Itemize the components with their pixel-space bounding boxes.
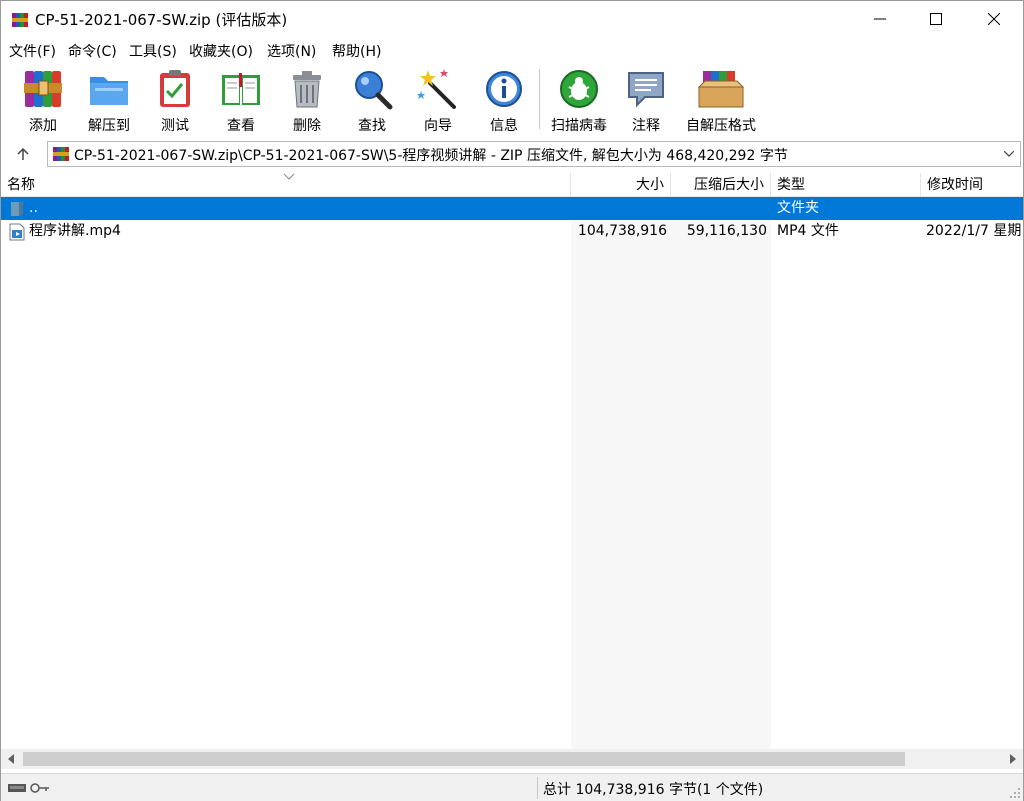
file-packed-size: 59,116,130 bbox=[686, 223, 767, 239]
file-list[interactable]: 名称 大小 压缩后大小 类型 修改时间 .. 文件夹 程序讲解.mp4 104,… bbox=[1, 173, 1023, 749]
trash-icon bbox=[293, 71, 321, 108]
parent-folder-icon bbox=[11, 201, 23, 216]
delete-label: 删除 bbox=[293, 118, 321, 134]
list-item-parent-folder[interactable]: .. 文件夹 bbox=[1, 197, 1023, 220]
test-button[interactable]: 测试 bbox=[144, 67, 206, 135]
magnifier-icon bbox=[355, 71, 393, 110]
virus-scan-button[interactable]: 扫描病毒 bbox=[547, 67, 611, 135]
chevron-down-icon bbox=[1004, 151, 1014, 157]
wizard-wand-icon bbox=[417, 69, 456, 109]
file-size bbox=[571, 197, 667, 220]
menu-bar: 文件(F) 命令(C) 工具(S) 收藏夹(O) 选项(N) 帮助(H) bbox=[1, 37, 1023, 63]
path-dropdown-button[interactable] bbox=[1002, 146, 1016, 162]
menu-commands[interactable]: 命令(C) bbox=[68, 41, 117, 61]
menu-tools[interactable]: 工具(S) bbox=[129, 41, 177, 61]
winrar-window: CP-51-2021-067-SW.zip (评估版本) 文件(F) 命令(C)… bbox=[0, 0, 1024, 801]
horizontal-scrollbar[interactable] bbox=[1, 749, 1023, 769]
find-button[interactable]: 查找 bbox=[341, 67, 403, 135]
minimize-icon bbox=[874, 18, 886, 20]
status-separator bbox=[537, 777, 538, 799]
maximize-icon bbox=[930, 13, 942, 25]
virus-scan-icon bbox=[560, 70, 598, 108]
menu-help[interactable]: 帮助(H) bbox=[332, 41, 381, 61]
file-modified bbox=[926, 197, 1023, 220]
scroll-right-button[interactable] bbox=[1003, 749, 1023, 769]
file-name: 程序讲解.mp4 bbox=[29, 223, 121, 239]
scroll-right-icon bbox=[1010, 754, 1016, 764]
view-book-icon bbox=[222, 73, 260, 105]
drive-key-icon[interactable] bbox=[7, 780, 51, 796]
delete-button[interactable]: 删除 bbox=[276, 67, 338, 135]
title-bar: CP-51-2021-067-SW.zip (评估版本) bbox=[1, 1, 1023, 37]
arrow-up-icon bbox=[17, 147, 29, 160]
close-button[interactable] bbox=[971, 1, 1017, 37]
status-bar: 总计 104,738,916 字节(1 个文件) bbox=[1, 773, 1023, 801]
sfx-button[interactable]: 自解压格式 bbox=[681, 67, 761, 135]
file-name: .. bbox=[29, 200, 38, 216]
wizard-button[interactable]: 向导 bbox=[407, 67, 469, 135]
column-size-label: 大小 bbox=[636, 177, 664, 193]
view-label: 查看 bbox=[227, 118, 255, 134]
list-header: 名称 大小 压缩后大小 类型 修改时间 bbox=[1, 173, 1023, 197]
virus-scan-label: 扫描病毒 bbox=[551, 118, 607, 134]
wizard-label: 向导 bbox=[424, 118, 452, 134]
add-button[interactable]: 添加 bbox=[12, 67, 74, 135]
view-button[interactable]: 查看 bbox=[210, 67, 272, 135]
menu-options[interactable]: 选项(N) bbox=[267, 41, 316, 61]
sfx-box-icon bbox=[697, 71, 745, 108]
info-icon bbox=[486, 71, 522, 107]
extract-to-folder-icon bbox=[90, 77, 128, 105]
up-one-level-button[interactable] bbox=[11, 143, 35, 165]
toolbar-separator bbox=[539, 69, 540, 129]
window-title: CP-51-2021-067-SW.zip (评估版本) bbox=[35, 11, 288, 29]
column-header-type[interactable]: 类型 bbox=[771, 173, 921, 197]
file-packed-size bbox=[671, 197, 767, 220]
test-label: 测试 bbox=[161, 118, 189, 134]
sort-chevron-icon bbox=[283, 173, 295, 180]
find-label: 查找 bbox=[358, 118, 386, 134]
column-packed-label: 压缩后大小 bbox=[694, 177, 764, 193]
column-name-label: 名称 bbox=[7, 177, 35, 193]
comment-bubble-icon bbox=[628, 72, 664, 108]
sfx-label: 自解压格式 bbox=[686, 118, 756, 134]
scroll-thumb[interactable] bbox=[23, 752, 905, 766]
winrar-app-icon bbox=[12, 13, 28, 27]
file-size: 104,738,916 bbox=[577, 223, 667, 239]
test-clipboard-icon bbox=[160, 70, 190, 107]
info-button[interactable]: 信息 bbox=[473, 67, 535, 135]
add-label: 添加 bbox=[29, 118, 57, 134]
path-text: CP-51-2021-067-SW.zip\CP-51-2021-067-SW\… bbox=[74, 148, 788, 164]
file-type: MP4 文件 bbox=[777, 223, 839, 239]
comment-label: 注释 bbox=[632, 118, 660, 134]
close-icon bbox=[988, 13, 1000, 25]
column-header-packed[interactable]: 压缩后大小 bbox=[671, 173, 771, 197]
column-type-label: 类型 bbox=[777, 177, 805, 193]
list-item-file[interactable]: 程序讲解.mp4 104,738,916 59,116,130 MP4 文件 2… bbox=[1, 220, 1023, 243]
video-file-icon bbox=[9, 223, 25, 241]
extract-to-label: 解压到 bbox=[88, 118, 130, 134]
comment-button[interactable]: 注释 bbox=[615, 67, 677, 135]
maximize-button[interactable] bbox=[913, 1, 959, 37]
menu-favorites[interactable]: 收藏夹(O) bbox=[189, 41, 253, 61]
address-bar: CP-51-2021-067-SW.zip\CP-51-2021-067-SW\… bbox=[1, 139, 1023, 169]
column-shade bbox=[571, 197, 771, 749]
extract-to-button[interactable]: 解压到 bbox=[78, 67, 140, 135]
archive-path-icon bbox=[53, 147, 69, 161]
column-header-size[interactable]: 大小 bbox=[571, 173, 671, 197]
minimize-button[interactable] bbox=[857, 1, 903, 37]
info-label: 信息 bbox=[490, 118, 518, 134]
scroll-left-button[interactable] bbox=[1, 749, 21, 769]
scroll-left-icon bbox=[8, 754, 14, 764]
status-summary: 总计 104,738,916 字节(1 个文件) bbox=[543, 782, 764, 798]
column-header-modified[interactable]: 修改时间 bbox=[921, 173, 1023, 197]
path-combobox[interactable]: CP-51-2021-067-SW.zip\CP-51-2021-067-SW\… bbox=[47, 141, 1021, 167]
column-modified-label: 修改时间 bbox=[927, 177, 983, 193]
add-archive-icon bbox=[24, 71, 62, 107]
file-modified: 2022/1/7 星期 bbox=[926, 223, 1022, 239]
menu-file[interactable]: 文件(F) bbox=[9, 41, 56, 61]
toolbar: 添加 解压到 测试 查看 删除 查找 向导 信息 扫描病毒 注释 自解压格式 bbox=[1, 63, 1023, 137]
file-type: 文件夹 bbox=[777, 200, 819, 216]
resize-grip-icon[interactable] bbox=[1009, 787, 1021, 799]
